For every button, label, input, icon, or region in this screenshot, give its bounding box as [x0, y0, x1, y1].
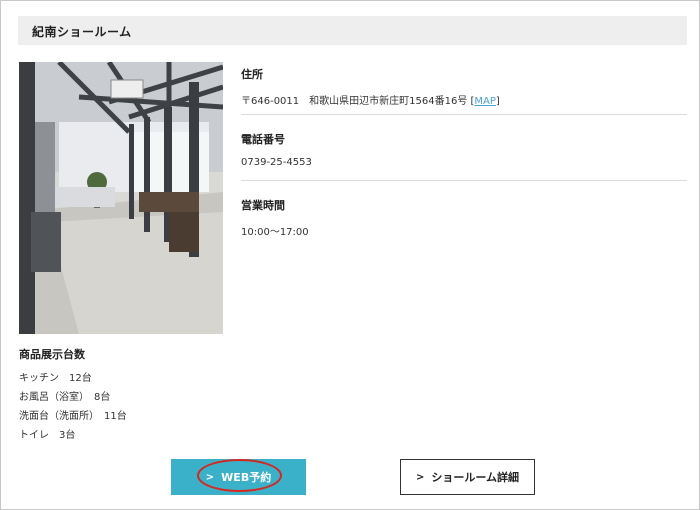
address-section: 住所 〒646-0011 和歌山県田辺市新庄町1564番16号 [MAP] — [241, 66, 687, 107]
page-frame: 紀南ショールーム 住所 〒646-0011 和歌山県田辺市新庄町1564番16号… — [0, 0, 700, 510]
address-suffix: ] — [495, 96, 500, 107]
web-reservation-button[interactable]: > WEB予約 — [171, 459, 306, 495]
web-reservation-label: WEB予約 — [221, 471, 272, 484]
divider — [241, 180, 687, 181]
page-title: 紀南ショールーム — [32, 25, 132, 39]
address-label: 住所 — [241, 68, 263, 81]
display-count-item: キッチン 12台 — [19, 373, 92, 384]
chevron-right-icon: > — [205, 471, 215, 483]
section-header: 紀南ショールーム — [18, 16, 687, 45]
address-value: 〒646-0011 和歌山県田辺市新庄町1564番16号 [MAP] — [241, 92, 687, 107]
hours-value: 10:00〜17:00 — [241, 227, 309, 238]
display-count-item: お風呂（浴室） 8台 — [19, 392, 111, 403]
address-text: 〒646-0011 和歌山県田辺市新庄町1564番16号 [ — [241, 96, 475, 107]
phone-value: 0739-25-4553 — [241, 157, 312, 168]
phone-section: 電話番号 0739-25-4553 — [241, 131, 687, 168]
display-count-section: 商品展示台数 キッチン 12台 お風呂（浴室） 8台 洗面台（洗面所） 11台 … — [19, 346, 127, 445]
phone-label: 電話番号 — [241, 133, 285, 146]
hours-label: 営業時間 — [241, 199, 285, 212]
chevron-right-icon: > — [415, 471, 425, 483]
showroom-detail-button[interactable]: > ショールーム詳細 — [400, 459, 535, 495]
display-count-item: 洗面台（洗面所） 11台 — [19, 411, 127, 422]
divider — [241, 114, 687, 115]
showroom-detail-label: ショールーム詳細 — [431, 471, 520, 484]
hours-section: 営業時間 10:00〜17:00 — [241, 197, 687, 238]
display-count-title: 商品展示台数 — [19, 348, 85, 361]
display-count-item: トイレ 3台 — [19, 430, 76, 441]
showroom-photo — [19, 62, 223, 334]
map-link[interactable]: MAP — [474, 96, 496, 107]
